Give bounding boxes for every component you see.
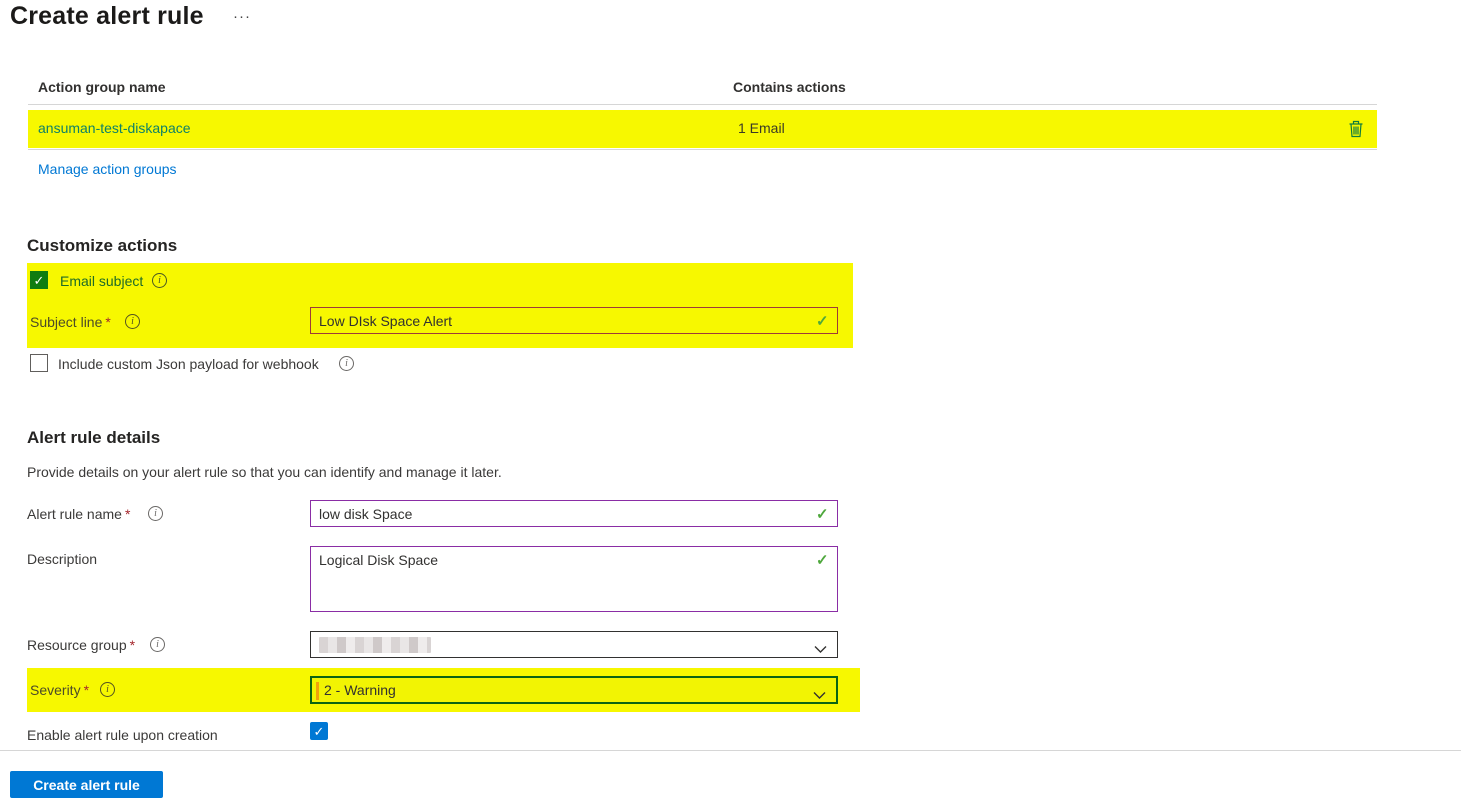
webhook-json-checkbox[interactable] [30,354,48,372]
column-action-group-name: Action group name [38,79,166,95]
customize-actions-heading: Customize actions [27,236,178,255]
alert-rule-details-heading: Alert rule details [27,428,161,447]
alert-rule-details-intro: Provide details on your alert rule so th… [27,464,502,480]
chevron-down-icon [814,641,827,657]
page-title: Create alert rule [10,2,204,30]
description-value: Logical Disk Space [319,552,439,568]
customize-actions-highlight [27,263,853,348]
enable-alert-rule-checkbox[interactable]: ✓ [310,722,328,740]
description-textarea[interactable]: Logical Disk Space [310,546,838,612]
resource-group-dropdown[interactable] [310,631,838,658]
chevron-down-icon [813,687,826,703]
email-subject-info-icon[interactable]: i [152,273,167,288]
checkmark-icon: ✓ [313,723,325,739]
create-alert-rule-page: Create alert rule ··· Action group name … [0,0,1461,804]
alert-rule-name-label: Alert rule name * [27,506,131,522]
alert-rule-name-input[interactable] [310,500,838,527]
required-marker: * [129,637,136,653]
required-marker: * [124,506,131,522]
description-label: Description [27,551,98,567]
resource-group-info-icon[interactable]: i [150,637,165,652]
footer-divider [0,750,1461,751]
severity-dropdown[interactable]: 2 - Warning [310,676,838,704]
alert-rule-name-valid-icon: ✓ [816,506,829,523]
subject-line-input[interactable] [310,307,838,334]
action-group-name-link[interactable]: ansuman-test-diskapace [38,120,191,136]
manage-action-groups-link[interactable]: Manage action groups [38,161,177,177]
subject-line-label: Subject line * [30,314,111,330]
description-valid-icon: ✓ [816,552,829,569]
column-contains-actions: Contains actions [733,79,846,95]
email-subject-label: Email subject [60,273,144,289]
resource-group-label: Resource group * [27,637,136,653]
webhook-json-label: Include custom Json payload for webhook [58,356,319,372]
enable-alert-rule-label: Enable alert rule upon creation [27,727,218,743]
required-marker: * [83,682,90,698]
email-subject-checkbox[interactable]: ✓ [30,271,48,289]
table-row-divider [28,149,1377,150]
table-header-divider [28,104,1377,105]
action-group-table-header: Action group name Contains actions [28,79,1377,103]
resource-group-redacted-value [319,636,431,653]
severity-info-icon[interactable]: i [100,682,115,697]
action-group-row[interactable]: ansuman-test-diskapace 1 Email [28,110,1377,148]
subject-line-info-icon[interactable]: i [125,314,140,329]
create-alert-rule-button[interactable]: Create alert rule [10,771,163,798]
delete-action-group-icon[interactable] [1348,120,1366,138]
severity-label: Severity * [30,682,90,698]
checkmark-icon: ✓ [33,272,45,288]
alert-rule-name-info-icon[interactable]: i [148,506,163,521]
more-options-icon[interactable]: ··· [233,8,251,25]
required-marker: * [105,314,111,330]
severity-value: 2 - Warning [324,682,396,698]
webhook-json-info-icon[interactable]: i [339,356,354,371]
text-cursor-bar [316,682,319,700]
action-group-contains-actions: 1 Email [738,120,785,136]
subject-line-valid-icon: ✓ [816,313,829,330]
